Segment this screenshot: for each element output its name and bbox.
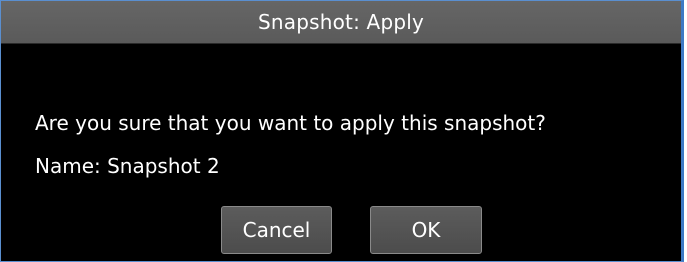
ok-button[interactable]: OK (370, 206, 482, 254)
dialog-body: Are you sure that you want to apply this… (35, 109, 675, 137)
snapshot-apply-dialog: Snapshot: Apply Are you sure that you wa… (0, 0, 684, 262)
dialog-titlebar[interactable]: Snapshot: Apply (1, 1, 681, 44)
confirmation-message: Are you sure that you want to apply this… (35, 111, 546, 135)
snapshot-name-label: Name: Snapshot 2 (35, 154, 220, 178)
dialog-title: Snapshot: Apply (257, 10, 425, 34)
cancel-button[interactable]: Cancel (221, 206, 332, 254)
